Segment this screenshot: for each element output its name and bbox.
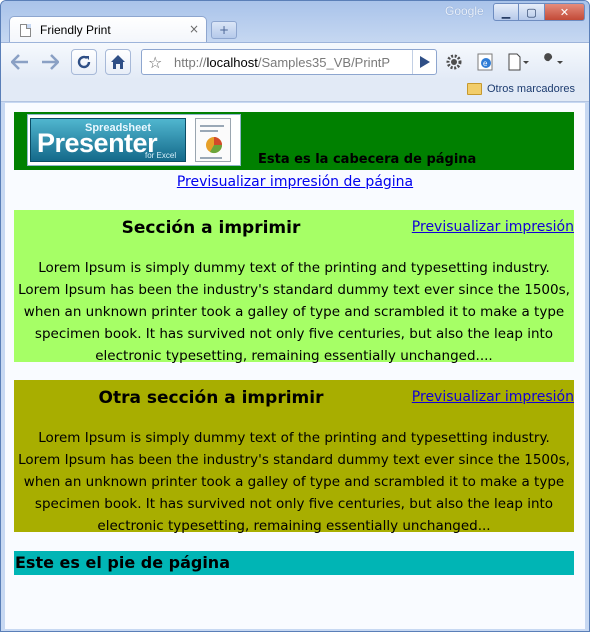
section-title: Sección a imprimir xyxy=(121,218,301,238)
new-tab-button[interactable]: + xyxy=(211,21,237,39)
browser-window: Google ▁ ▢ ✕ Friendly Print × + ☆ http:/… xyxy=(0,0,590,632)
page-header: Spreadsheet Presenter for Excel Esta es … xyxy=(14,112,574,170)
page-content: Spreadsheet Presenter for Excel Esta es … xyxy=(5,103,585,629)
close-window-button[interactable]: ✕ xyxy=(545,3,585,21)
header-text: Esta es la cabecera de página xyxy=(258,152,477,167)
window-controls: ▁ ▢ ✕ xyxy=(493,3,585,21)
svg-text:e: e xyxy=(483,59,488,68)
spreadsheet-presenter-logo: Spreadsheet Presenter for Excel xyxy=(27,114,241,166)
tab-title: Friendly Print xyxy=(40,23,111,37)
section-body: Lorem Ipsum is simply dummy text of the … xyxy=(18,430,570,534)
folder-icon xyxy=(466,83,482,95)
reload-icon[interactable] xyxy=(71,49,97,75)
maximize-button[interactable]: ▢ xyxy=(519,3,545,21)
home-icon[interactable] xyxy=(105,49,131,75)
bookmarks-bar: Otros marcadores xyxy=(1,80,589,102)
page-menu-icon[interactable] xyxy=(505,49,531,75)
google-brand-label: Google xyxy=(445,4,484,18)
preview-page-link[interactable]: Previsualizar impresión de página xyxy=(5,174,585,190)
ie-tab-icon[interactable]: e xyxy=(473,49,499,75)
section-body: Lorem Ipsum is simply dummy text of the … xyxy=(18,260,570,364)
url-text[interactable]: http://localhost/Samples35_VB/PrintP xyxy=(174,55,402,70)
back-icon[interactable] xyxy=(7,49,33,75)
section-title: Otra sección a imprimir xyxy=(98,388,324,408)
star-icon[interactable]: ☆ xyxy=(148,53,162,72)
navigation-toolbar: ☆ http://localhost/Samples35_VB/PrintP e xyxy=(1,42,589,80)
tab-close-icon[interactable]: × xyxy=(189,22,199,36)
logo-tile: Spreadsheet Presenter for Excel xyxy=(30,118,186,162)
minimize-button[interactable]: ▁ xyxy=(493,3,519,21)
print-section-1: Sección a imprimir Previsualizar impresi… xyxy=(14,210,574,364)
logo-tiny-text: for Excel xyxy=(145,151,177,160)
page-footer: Este es el pie de página xyxy=(14,551,574,575)
address-bar[interactable]: ☆ http://localhost/Samples35_VB/PrintP xyxy=(141,49,437,75)
chart-document-icon xyxy=(195,118,231,162)
logo-big-text: Presenter xyxy=(37,128,158,158)
go-icon[interactable] xyxy=(412,50,436,74)
preview-section-link[interactable]: Previsualizar impresión xyxy=(412,389,574,405)
other-bookmarks[interactable]: Otros marcadores xyxy=(466,83,575,95)
forward-icon[interactable] xyxy=(37,49,63,75)
browser-tab[interactable]: Friendly Print × xyxy=(9,16,207,43)
wrench-icon[interactable] xyxy=(539,49,565,75)
other-bookmarks-label: Otros marcadores xyxy=(486,83,575,95)
print-section-2: Otra sección a imprimir Previsualizar im… xyxy=(14,380,574,534)
preview-section-link[interactable]: Previsualizar impresión xyxy=(412,219,574,235)
page-icon xyxy=(20,24,31,37)
extension-gear-icon[interactable] xyxy=(441,49,467,75)
